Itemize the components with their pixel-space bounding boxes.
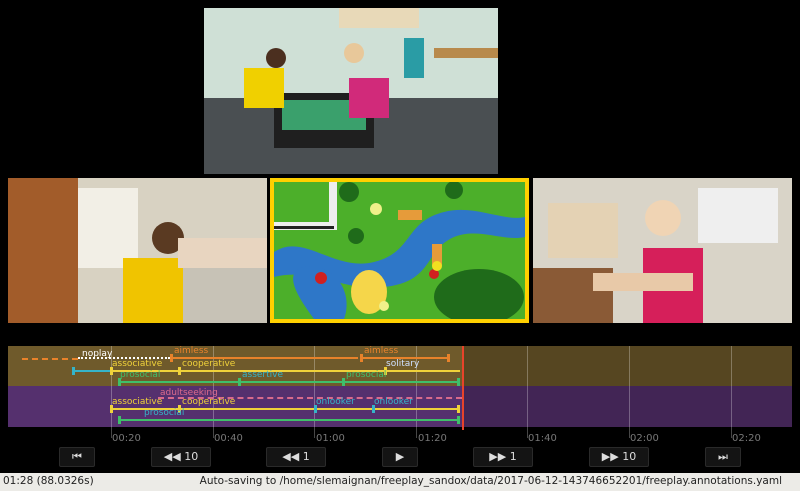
annotation-label: aimless	[364, 346, 399, 356]
annotation-segment[interactable]	[72, 367, 110, 375]
gridline	[731, 346, 732, 438]
annotation-label: onlooker	[374, 397, 413, 407]
gridline	[629, 346, 630, 438]
rewind-10-button[interactable]: ◀◀ 10	[151, 447, 211, 467]
gridline	[527, 346, 528, 438]
time-tick: 01:00	[316, 433, 345, 444]
current-time-readout: 01:28 (88.0326s)	[3, 475, 94, 487]
skip-to-start-button[interactable]: ⏮	[59, 447, 95, 467]
annotation-label: cooperative	[182, 359, 236, 369]
time-tick: 02:20	[732, 433, 761, 444]
autosave-message: Auto-saving to /home/slemaignan/freeplay…	[199, 475, 782, 487]
annotation-prosocial[interactable]: prosocial	[342, 370, 460, 386]
skip-to-end-button[interactable]: ⏭	[705, 447, 741, 467]
time-tick: 02:00	[630, 433, 659, 444]
playhead-cursor[interactable]	[462, 346, 464, 430]
annotation-label: associative	[112, 397, 163, 407]
timeline-future-region	[463, 346, 792, 427]
status-bar: 01:28 (88.0326s) Auto-saving to /home/sl…	[0, 473, 800, 491]
camera-right-image	[533, 178, 792, 323]
rewind-1-button[interactable]: ◀◀ 1	[266, 447, 326, 467]
annotation-label: solitary	[386, 359, 420, 369]
forward-10-button[interactable]: ▶▶ 10	[589, 447, 649, 467]
time-tick: 01:20	[418, 433, 447, 444]
sandbox-map-drawing	[274, 182, 525, 319]
annotation-label: aimless	[174, 346, 209, 356]
annotation-label: onlooker	[316, 397, 355, 407]
annotation-solitary[interactable]: solitary	[384, 359, 460, 375]
annotation-label: prosocial	[144, 408, 185, 418]
camera-top-image	[204, 8, 498, 174]
annotation-cooperative[interactable]: cooperative	[178, 397, 314, 413]
annotation-assertive[interactable]: assertive	[238, 370, 342, 386]
sandbox-map	[274, 182, 525, 319]
play-button[interactable]: ▶	[382, 447, 418, 467]
annotation-onlooker[interactable]: onlooker	[314, 397, 372, 413]
annotation-prosocial[interactable]: prosocial	[118, 408, 460, 424]
annotation-timeline[interactable]: noplay aimless aimless associative coope…	[8, 346, 792, 444]
forward-1-button[interactable]: ▶▶ 1	[473, 447, 533, 467]
camera-view-left	[8, 178, 267, 323]
camera-view-top	[204, 8, 498, 174]
gridline	[314, 346, 315, 438]
time-tick: 00:40	[214, 433, 243, 444]
time-tick: 01:40	[528, 433, 557, 444]
annotation-label: associative	[112, 359, 163, 369]
annotation-label: cooperative	[182, 397, 236, 407]
camera-left-image	[8, 178, 267, 323]
annotation-label: assertive	[242, 370, 284, 380]
sandbox-map-view	[270, 178, 529, 323]
annotation-label: prosocial	[120, 370, 161, 380]
annotation-prosocial[interactable]: prosocial	[118, 370, 238, 386]
camera-view-right	[533, 178, 792, 323]
annotation-label: prosocial	[346, 370, 387, 380]
annotation-onlooker[interactable]: onlooker	[372, 397, 460, 413]
annotation-noplay[interactable]: noplay	[22, 349, 112, 360]
time-tick: 00:20	[112, 433, 141, 444]
